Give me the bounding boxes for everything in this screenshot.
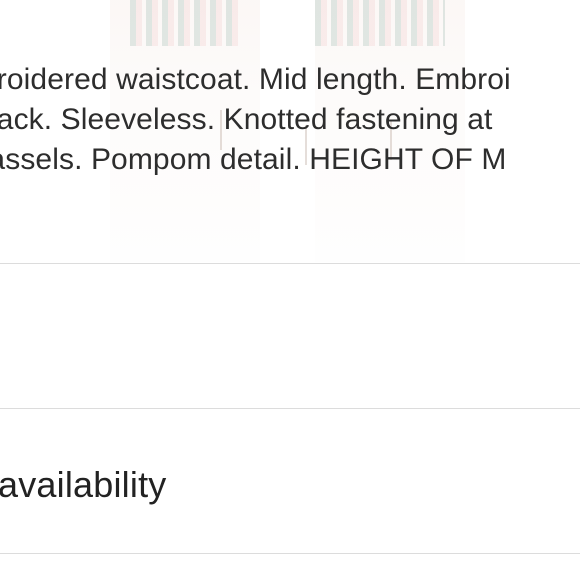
description-line-2: back. Sleeveless. Knotted fastening at	[0, 103, 493, 136]
section-divider	[0, 553, 580, 554]
product-description: broidered waistcoat. Mid length. Embroi …	[0, 60, 580, 180]
product-detail-screen: broidered waistcoat. Mid length. Embroi …	[0, 0, 580, 580]
availability-label: availability	[0, 464, 167, 505]
embroidery-pattern-left	[130, 0, 240, 46]
description-line-3: tassels. Pompom detail. HEIGHT OF M	[0, 143, 507, 176]
empty-row	[0, 264, 580, 408]
description-line-1: broidered waistcoat. Mid length. Embroi	[0, 63, 511, 96]
availability-row[interactable]: availability	[0, 409, 580, 553]
embroidery-pattern-right	[315, 0, 445, 46]
